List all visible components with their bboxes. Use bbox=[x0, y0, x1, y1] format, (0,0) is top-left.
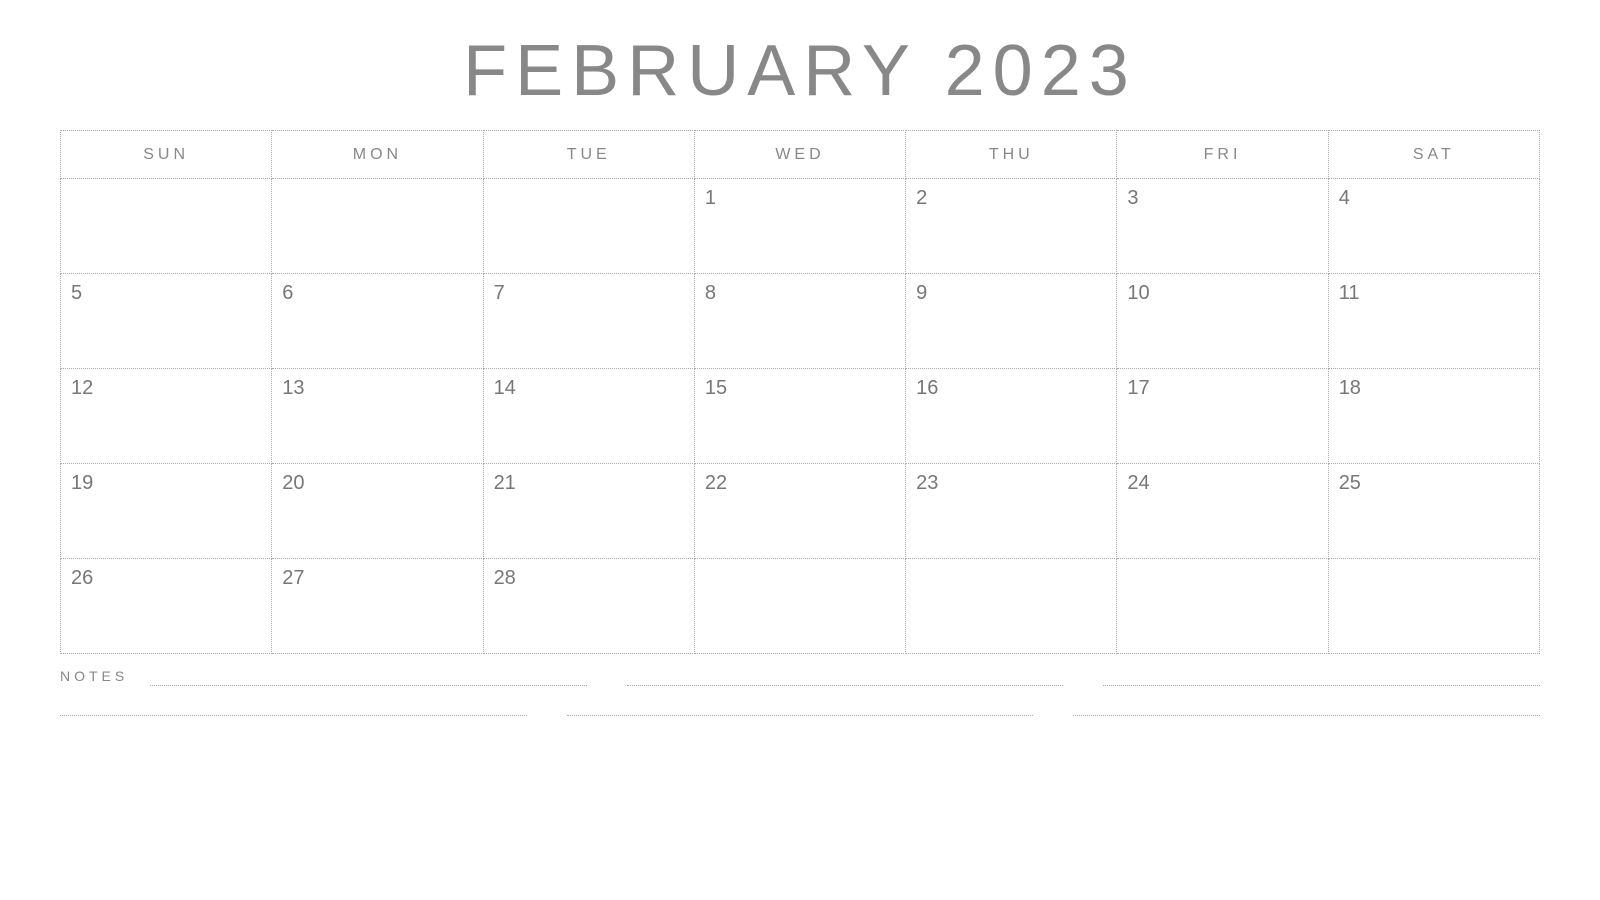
day-number: 7 bbox=[494, 282, 684, 305]
day-cell: 2 bbox=[906, 179, 1117, 274]
day-cell: 26 bbox=[61, 559, 272, 654]
day-header-sun: SUN bbox=[61, 131, 272, 179]
day-number: 27 bbox=[282, 567, 472, 590]
day-header-wed: WED bbox=[694, 131, 905, 179]
day-number: 6 bbox=[282, 282, 472, 305]
day-cell bbox=[906, 559, 1117, 654]
day-number: 23 bbox=[916, 472, 1106, 495]
day-number: 9 bbox=[916, 282, 1106, 305]
day-number: 8 bbox=[705, 282, 895, 305]
notes-line-group-1 bbox=[150, 666, 1540, 686]
day-number: 1 bbox=[705, 187, 895, 210]
day-cell bbox=[61, 179, 272, 274]
day-cell bbox=[483, 179, 694, 274]
day-number: 14 bbox=[494, 377, 684, 400]
day-number: 18 bbox=[1339, 377, 1529, 400]
day-cell: 21 bbox=[483, 464, 694, 559]
day-cell: 9 bbox=[906, 274, 1117, 369]
day-header-tue: TUE bbox=[483, 131, 694, 179]
week-row-3: 12 13 14 15 16 17 18 bbox=[61, 369, 1540, 464]
day-cell: 25 bbox=[1328, 464, 1539, 559]
day-cell: 12 bbox=[61, 369, 272, 464]
week-row-2: 56789 10 11 bbox=[61, 274, 1540, 369]
week-row-5: 26 27 28 bbox=[61, 559, 1540, 654]
day-number: 22 bbox=[705, 472, 895, 495]
day-number: 28 bbox=[494, 567, 684, 590]
day-cell: 20 bbox=[272, 464, 483, 559]
day-cell: 4 bbox=[1328, 179, 1539, 274]
day-number: 16 bbox=[916, 377, 1106, 400]
day-number: 25 bbox=[1339, 472, 1529, 495]
days-header-row: SUNMONTUEWEDTHUFRISAT bbox=[61, 131, 1540, 179]
day-cell: 8 bbox=[694, 274, 905, 369]
day-header-fri: FRI bbox=[1117, 131, 1328, 179]
day-cell: 27 bbox=[272, 559, 483, 654]
day-number: 26 bbox=[71, 567, 261, 590]
day-number: 20 bbox=[282, 472, 472, 495]
day-number: 17 bbox=[1127, 377, 1317, 400]
day-number: 5 bbox=[71, 282, 261, 305]
week-row-4: 19 20 21 22 23 24 25 bbox=[61, 464, 1540, 559]
day-cell: 15 bbox=[694, 369, 905, 464]
day-cell bbox=[1117, 559, 1328, 654]
day-number: 11 bbox=[1339, 282, 1529, 305]
day-cell: 17 bbox=[1117, 369, 1328, 464]
day-number: 3 bbox=[1127, 187, 1317, 210]
day-number: 24 bbox=[1127, 472, 1317, 495]
day-cell bbox=[1328, 559, 1539, 654]
day-number: 21 bbox=[494, 472, 684, 495]
day-number: 12 bbox=[71, 377, 261, 400]
day-number: 2 bbox=[916, 187, 1106, 210]
notes-line-1c bbox=[1103, 666, 1540, 686]
notes-line-2a bbox=[60, 696, 527, 716]
notes-row-1: NOTES bbox=[60, 666, 1540, 686]
day-cell: 28 bbox=[483, 559, 694, 654]
day-cell: 14 bbox=[483, 369, 694, 464]
notes-label: NOTES bbox=[60, 668, 140, 684]
day-header-thu: THU bbox=[906, 131, 1117, 179]
notes-lines-row-2 bbox=[60, 696, 1540, 716]
notes-section: NOTES bbox=[60, 666, 1540, 716]
day-cell: 1 bbox=[694, 179, 905, 274]
day-cell bbox=[694, 559, 905, 654]
notes-line-1a bbox=[150, 666, 587, 686]
day-number: 10 bbox=[1127, 282, 1317, 305]
calendar-grid: SUNMONTUEWEDTHUFRISAT 123456789101112131… bbox=[60, 130, 1540, 654]
day-cell: 22 bbox=[694, 464, 905, 559]
day-cell: 24 bbox=[1117, 464, 1328, 559]
notes-line-2b bbox=[567, 696, 1034, 716]
day-cell: 3 bbox=[1117, 179, 1328, 274]
day-header-mon: MON bbox=[272, 131, 483, 179]
day-cell: 10 bbox=[1117, 274, 1328, 369]
notes-row-2 bbox=[60, 696, 1540, 716]
day-cell: 5 bbox=[61, 274, 272, 369]
day-cell: 16 bbox=[906, 369, 1117, 464]
day-number: 15 bbox=[705, 377, 895, 400]
day-cell: 13 bbox=[272, 369, 483, 464]
day-number: 13 bbox=[282, 377, 472, 400]
notes-line-1b bbox=[627, 666, 1064, 686]
day-number: 19 bbox=[71, 472, 261, 495]
week-row-1: 1234 bbox=[61, 179, 1540, 274]
day-cell: 11 bbox=[1328, 274, 1539, 369]
day-cell: 6 bbox=[272, 274, 483, 369]
day-cell: 19 bbox=[61, 464, 272, 559]
calendar-title: FEBRUARY 2023 bbox=[463, 30, 1137, 112]
day-cell: 18 bbox=[1328, 369, 1539, 464]
day-cell: 7 bbox=[483, 274, 694, 369]
day-cell bbox=[272, 179, 483, 274]
day-number: 4 bbox=[1339, 187, 1529, 210]
notes-line-2c bbox=[1073, 696, 1540, 716]
day-cell: 23 bbox=[906, 464, 1117, 559]
day-header-sat: SAT bbox=[1328, 131, 1539, 179]
